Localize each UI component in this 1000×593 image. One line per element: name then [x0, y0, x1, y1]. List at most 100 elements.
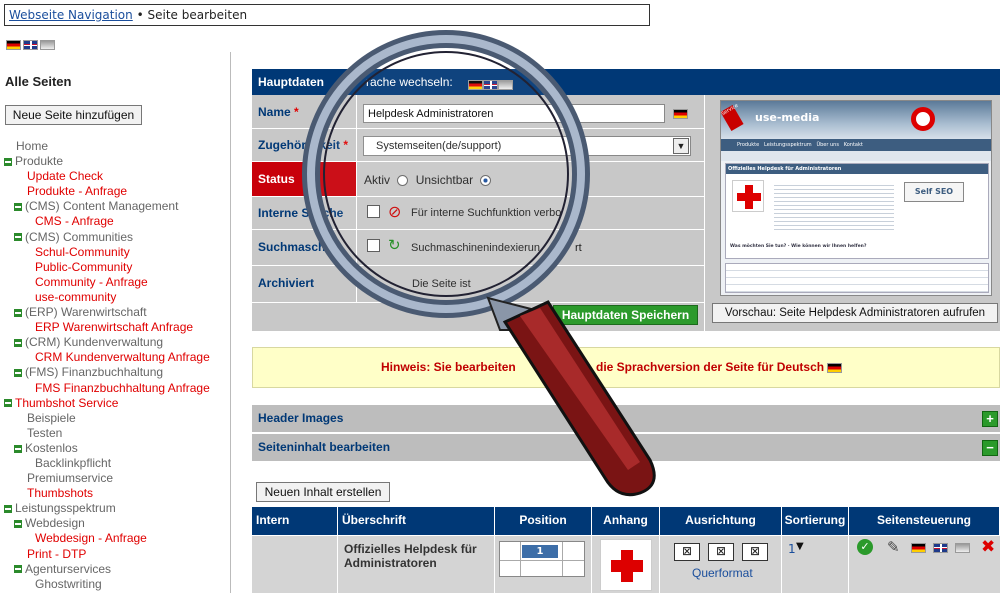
sidebar-tree-item[interactable]: Backlinkpflicht	[4, 456, 210, 471]
sidebar-tree-item[interactable]: (ERP) Warenwirtschaft	[4, 305, 210, 320]
preview-thumbnail[interactable]: Service use-media Produkte Leistungsspek…	[720, 100, 992, 296]
sidebar-tree-item[interactable]: Public-Community	[4, 260, 210, 275]
delete-icon[interactable]: ✖	[981, 537, 995, 557]
neutral-flag-icon[interactable]	[955, 543, 970, 553]
unsichtbar-radio[interactable]	[480, 175, 492, 187]
zugehoerigkeit-select[interactable]: Systemseiten(de/support) ▼	[363, 136, 691, 156]
collapse-minus-icon[interactable]: −	[982, 440, 998, 456]
section-header-images-label: Header Images	[258, 411, 344, 425]
collapse-toggle-icon[interactable]	[14, 203, 22, 212]
section-seiteninhalt[interactable]: Seiteninhalt bearbeiten −	[252, 434, 1000, 461]
name-input[interactable]	[363, 104, 665, 123]
collapse-toggle-icon[interactable]	[14, 520, 22, 529]
neutral-flag-icon[interactable]	[40, 39, 55, 50]
sidebar-tree-item[interactable]: Ghostwriting	[4, 577, 210, 592]
hinweis-text-end: die Sprachversion der Seite für Deutsch	[596, 360, 843, 374]
zugehoerigkeit-label: Zugehör keit *	[258, 138, 349, 152]
td-intern	[252, 536, 338, 593]
sidebar-tree-item[interactable]: Produkte - Anfrage	[4, 184, 210, 199]
expand-plus-icon[interactable]: +	[982, 411, 998, 427]
sidebar-tree-item[interactable]: Testen	[4, 426, 210, 441]
sidebar-tree-item[interactable]: Print - DTP	[4, 547, 210, 562]
german-flag-icon[interactable]	[6, 39, 21, 50]
position-grid[interactable]: 1	[499, 541, 585, 577]
sidebar-tree-item[interactable]: Home	[4, 139, 210, 154]
collapse-toggle-icon[interactable]	[14, 308, 22, 317]
preview-seo-box: Self SEO	[904, 182, 964, 202]
language-flags	[6, 37, 57, 51]
neutral-flag-icon[interactable]	[498, 79, 513, 90]
align-left-icon[interactable]: ⊠	[674, 543, 700, 561]
sort-down-icon[interactable]: ▼	[796, 541, 804, 552]
collapse-toggle-icon[interactable]	[14, 565, 22, 574]
sidebar-tree-item[interactable]: Community - Anfrage	[4, 275, 210, 290]
interne-suche-checkbox[interactable]	[367, 205, 380, 218]
sidebar-tree-item[interactable]: (FMS) Finanzbuchhaltung	[4, 365, 210, 380]
section-header-images[interactable]: Header Images +	[252, 405, 1000, 432]
ausrichtung-value[interactable]: Querformat	[692, 566, 753, 580]
preview-question: Was möchten Sie tun? · Wie können wir Ih…	[730, 244, 867, 249]
german-flag-icon[interactable]	[468, 79, 483, 90]
align-right-icon[interactable]: ⊠	[742, 543, 768, 561]
sidebar-tree-item[interactable]: (CRM) Kundenverwaltung	[4, 335, 210, 350]
sidebar-tree-item[interactable]: Schul-Community	[4, 245, 210, 260]
sidebar-tree-item[interactable]: Produkte	[4, 154, 210, 169]
uk-flag-icon[interactable]	[483, 79, 498, 90]
collapse-toggle-icon[interactable]	[14, 233, 22, 242]
sidebar-tree-item[interactable]: Premiumservice	[4, 471, 210, 486]
sidebar-tree-item[interactable]: Beispiele	[4, 411, 210, 426]
active-check-icon[interactable]: ✓	[857, 539, 873, 555]
interne-suche-text: Für interne Suchfunktion verbo	[411, 207, 562, 219]
german-flag-icon[interactable]	[911, 543, 926, 553]
sidebar-title: Alle Seiten	[5, 74, 72, 89]
sortierung-value[interactable]: 1	[788, 542, 796, 556]
suchmaschinen-checkbox[interactable]	[367, 239, 380, 252]
th-intern: Intern	[252, 507, 338, 535]
breadcrumb-link[interactable]: Webseite Navigation	[9, 8, 133, 22]
aktiv-radio[interactable]	[397, 175, 409, 187]
uk-flag-icon[interactable]	[23, 39, 38, 50]
sidebar-tree-item[interactable]: (CMS) Content Management	[4, 199, 210, 214]
collapse-toggle-icon[interactable]	[4, 399, 12, 408]
sidebar-tree-label: (CMS) Content Management	[25, 199, 179, 214]
new-content-button[interactable]: Neuen Inhalt erstellen	[256, 482, 390, 502]
row-separator	[252, 265, 704, 266]
sidebar-tree-item[interactable]: Agenturservices	[4, 562, 210, 577]
sidebar-tree-item[interactable]: Kostenlos	[4, 441, 210, 456]
collapse-toggle-icon[interactable]	[14, 444, 22, 453]
collapse-toggle-icon[interactable]	[14, 339, 22, 348]
uk-flag-icon[interactable]	[933, 543, 948, 553]
sidebar-tree-label: Print - DTP	[27, 546, 87, 561]
collapse-toggle-icon[interactable]	[4, 505, 12, 514]
sidebar-tree-item[interactable]: ERP Warenwirtschaft Anfrage	[4, 320, 210, 335]
attachment-cross-icon[interactable]	[600, 539, 652, 591]
hinweis-text-start: Hinweis: Sie bearbeiten	[381, 360, 516, 374]
sidebar-tree-item[interactable]: CRM Kundenverwaltung Anfrage	[4, 350, 210, 365]
collapse-toggle-icon[interactable]	[4, 157, 12, 166]
add-page-button[interactable]: Neue Seite hinzufügen	[5, 105, 142, 125]
sidebar-tree-item[interactable]: (CMS) Communities	[4, 230, 210, 245]
sidebar-tree-item[interactable]: Webdesign	[4, 516, 210, 531]
save-hauptdaten-button[interactable]: Hauptdaten Speichern	[553, 305, 698, 325]
sidebar-tree-item[interactable]: Thumbshots	[4, 486, 210, 501]
breadcrumb-separator: •	[136, 8, 144, 22]
sidebar-tree-item[interactable]: CMS - Anfrage	[4, 214, 210, 229]
th-ueberschrift: Überschrift	[338, 507, 495, 535]
edit-pencil-icon[interactable]: ✎	[887, 538, 900, 556]
sidebar-tree-item[interactable]: FMS Finanzbuchhaltung Anfrage	[4, 381, 210, 396]
collapse-toggle-icon[interactable]	[14, 369, 22, 378]
index-icon: ↻	[388, 236, 401, 254]
chevron-down-icon[interactable]: ▼	[673, 138, 689, 154]
sidebar-tree-label: FMS Finanzbuchhaltung Anfrage	[35, 380, 210, 395]
position-cell-selected[interactable]: 1	[522, 545, 558, 558]
language-switch-label: rache wechseln:	[366, 75, 453, 89]
preview-badge: Service	[721, 103, 744, 132]
sidebar-tree-item[interactable]: Update Check	[4, 169, 210, 184]
preview-page-button[interactable]: Vorschau: Seite Helpdesk Administratoren…	[712, 303, 998, 323]
sidebar-tree-item[interactable]: use-community	[4, 290, 210, 305]
sidebar-tree-item[interactable]: Leistungsspektrum	[4, 501, 210, 516]
sidebar-tree-label: Premiumservice	[27, 471, 114, 486]
align-center-icon[interactable]: ⊠	[708, 543, 734, 561]
sidebar-tree-item[interactable]: Thumbshot Service	[4, 396, 210, 411]
sidebar-tree-item[interactable]: Webdesign - Anfrage	[4, 531, 210, 546]
